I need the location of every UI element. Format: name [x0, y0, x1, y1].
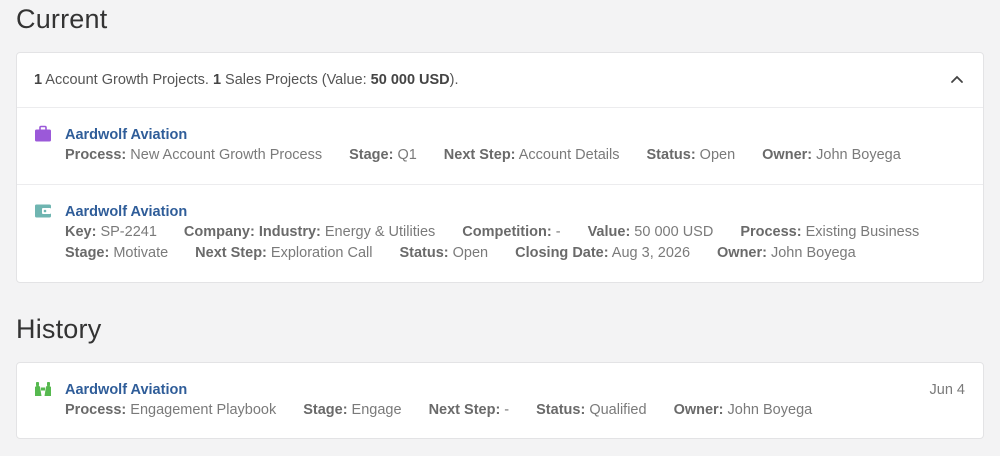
item-title-link[interactable]: Aardwolf Aviation	[65, 382, 187, 398]
item-meta: Process: Engagement Playbook Stage: Engag…	[65, 402, 813, 418]
chevron-up-icon[interactable]	[949, 71, 965, 87]
item-title-link[interactable]: Aardwolf Aviation	[65, 204, 187, 220]
item-date: Jun 4	[929, 382, 965, 398]
history-card: Jun 4 Aardwolf Aviation Process: Engagem…	[16, 362, 984, 439]
item-meta: Key: SP-2241 Company: Industry: Energy & …	[65, 224, 920, 261]
current-summary: 1 Account Growth Projects. 1 Sales Proje…	[17, 53, 983, 108]
list-item: Aardwolf Aviation Key: SP-2241 Company: I…	[17, 184, 983, 284]
list-item: Jun 4 Aardwolf Aviation Process: Engagem…	[17, 363, 983, 438]
item-title-link[interactable]: Aardwolf Aviation	[65, 127, 187, 143]
item-meta: Process: New Account Growth Process Stage…	[65, 147, 901, 163]
history-section-title: History	[16, 314, 102, 344]
current-card: 1 Account Growth Projects. 1 Sales Proje…	[16, 52, 984, 283]
wallet-icon	[34, 202, 52, 220]
summary-text: 1 Account Growth Projects. 1 Sales Proje…	[34, 72, 459, 88]
briefcase-icon	[34, 125, 52, 143]
binoculars-icon	[34, 380, 52, 398]
list-item: Aardwolf Aviation Process: New Account G…	[17, 108, 983, 184]
current-section-title: Current	[16, 4, 108, 34]
